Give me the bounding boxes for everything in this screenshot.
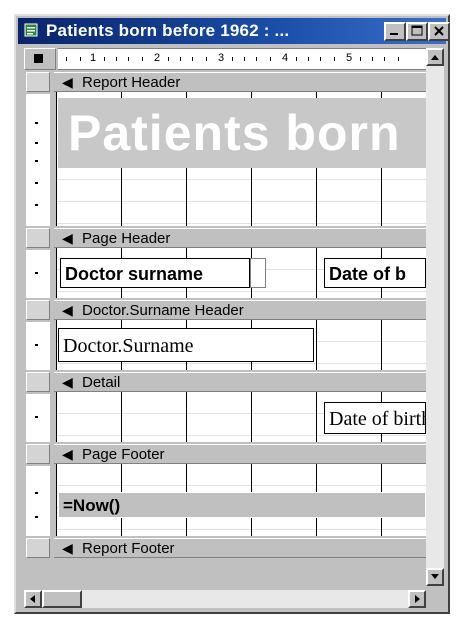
section-selector-report-header[interactable] (26, 72, 50, 92)
doctor-surname-textbox[interactable]: Doctor.Surname (58, 328, 314, 362)
scroll-down-button[interactable] (426, 568, 444, 586)
minimize-icon (390, 33, 398, 35)
ruler-corner-selector[interactable] (24, 48, 56, 70)
section-bar-doctor-surname-header[interactable]: ◀ Doctor.Surname Header (54, 300, 426, 320)
section-bar-page-header[interactable]: ◀ Page Header (54, 228, 426, 248)
window-title: Patients born before 1962 : ... (46, 21, 290, 40)
title-bar[interactable]: Patients born before 1962 : ... (18, 18, 450, 44)
close-icon (434, 26, 444, 36)
label-resize-handle[interactable] (250, 258, 266, 288)
section-bar-detail[interactable]: ◀ Detail (54, 372, 426, 392)
section-selector-group-header[interactable] (26, 300, 50, 320)
close-button[interactable] (428, 22, 450, 41)
ruler-label: 2 (154, 52, 161, 64)
ruler-label: 5 (346, 52, 353, 64)
scroll-down-icon (431, 574, 439, 579)
section-label: Detail (82, 374, 121, 391)
maximize-icon (411, 25, 423, 36)
scroll-right-icon (415, 595, 420, 603)
section-selector-page-footer[interactable] (26, 444, 50, 464)
section-arrow-icon: ◀ (62, 74, 73, 90)
ruler-label: 1 (90, 52, 97, 64)
section-selector-page-header[interactable] (26, 228, 50, 248)
date-of-birth-textbox[interactable]: Date of birth (324, 402, 426, 434)
vertical-ruler (24, 72, 54, 590)
report-title-label[interactable]: Patients born (58, 98, 426, 168)
section-label: Page Header (82, 230, 171, 247)
maximize-button[interactable] (406, 22, 428, 41)
horizontal-scrollbar[interactable] (24, 590, 426, 608)
ruler-label: 3 (218, 52, 225, 64)
report-footer-section[interactable] (56, 558, 426, 590)
section-selector-detail[interactable] (26, 372, 50, 392)
scroll-right-button[interactable] (408, 590, 426, 608)
section-arrow-icon: ◀ (62, 540, 73, 556)
section-arrow-icon: ◀ (62, 374, 73, 390)
report-design-window: Patients born before 1962 : ... 1 2 3 4 … (14, 14, 450, 614)
section-bar-report-header[interactable]: ◀ Report Header (54, 72, 426, 92)
scroll-up-icon (431, 55, 439, 60)
report-design-area: ◀ Report Header Patients born ◀ Page Hea… (54, 72, 426, 590)
scroll-left-icon (30, 595, 35, 603)
minimize-button[interactable] (384, 22, 406, 41)
section-arrow-icon: ◀ (62, 230, 73, 246)
section-arrow-icon: ◀ (62, 446, 73, 462)
doctor-surname-label[interactable]: Doctor surname (60, 258, 250, 288)
section-label: Report Footer (82, 540, 175, 557)
scroll-left-button[interactable] (24, 590, 42, 608)
section-selector-report-footer[interactable] (26, 538, 50, 558)
horizontal-ruler: 1 2 3 4 5 (58, 48, 426, 70)
section-bar-report-footer[interactable]: ◀ Report Footer (54, 538, 426, 558)
section-arrow-icon: ◀ (62, 302, 73, 318)
date-of-birth-label[interactable]: Date of b (324, 258, 426, 288)
section-label: Page Footer (82, 446, 165, 463)
vertical-scrollbar[interactable] (426, 66, 444, 568)
section-label: Doctor.Surname Header (82, 302, 244, 319)
report-icon (24, 23, 38, 37)
ruler-label: 4 (282, 52, 289, 64)
ruler-corner-icon (34, 54, 43, 63)
now-formula-textbox[interactable]: =Now() (58, 492, 426, 518)
horizontal-scroll-thumb[interactable] (42, 590, 82, 608)
section-label: Report Header (82, 74, 181, 91)
section-bar-page-footer[interactable]: ◀ Page Footer (54, 444, 426, 464)
scroll-up-button[interactable] (426, 48, 444, 66)
